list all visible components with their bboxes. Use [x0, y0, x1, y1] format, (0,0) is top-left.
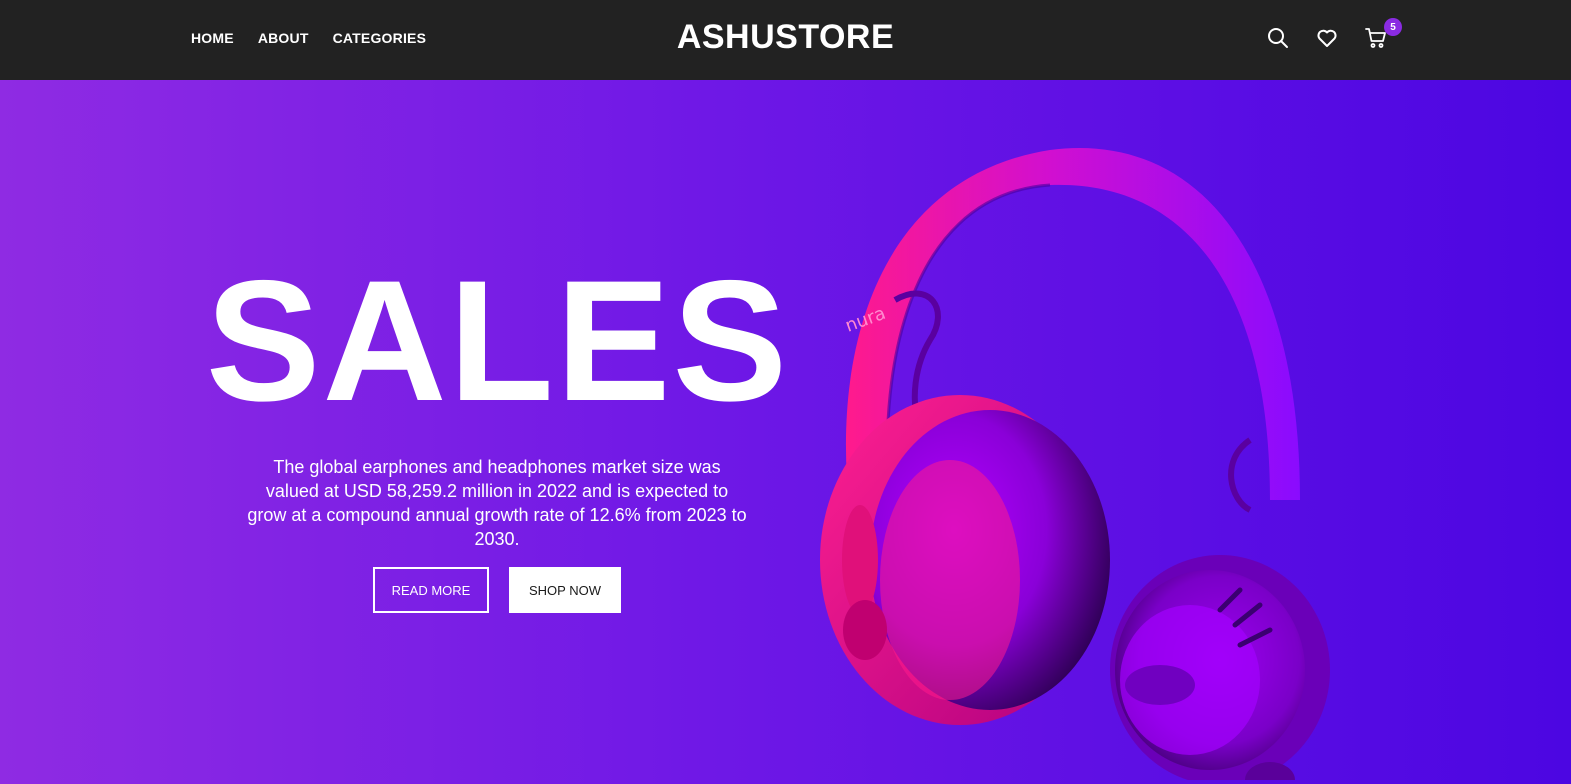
- top-navbar: HOME ABOUT CATEGORIES ASHUSTORE 5: [0, 0, 1571, 80]
- headphones-image: nura: [820, 147, 1330, 780]
- read-more-button[interactable]: READ MORE: [373, 567, 489, 613]
- hero-description: The global earphones and headphones mark…: [247, 457, 747, 549]
- header-actions: 5: [1266, 18, 1402, 50]
- search-icon[interactable]: [1266, 26, 1290, 50]
- shop-now-button[interactable]: SHOP NOW: [509, 567, 621, 613]
- cart-icon[interactable]: 5: [1364, 18, 1402, 50]
- heart-icon[interactable]: [1315, 26, 1339, 50]
- hero-banner: SALES The global earphones and headphone…: [0, 80, 1571, 784]
- cart-count-badge: 5: [1384, 18, 1402, 36]
